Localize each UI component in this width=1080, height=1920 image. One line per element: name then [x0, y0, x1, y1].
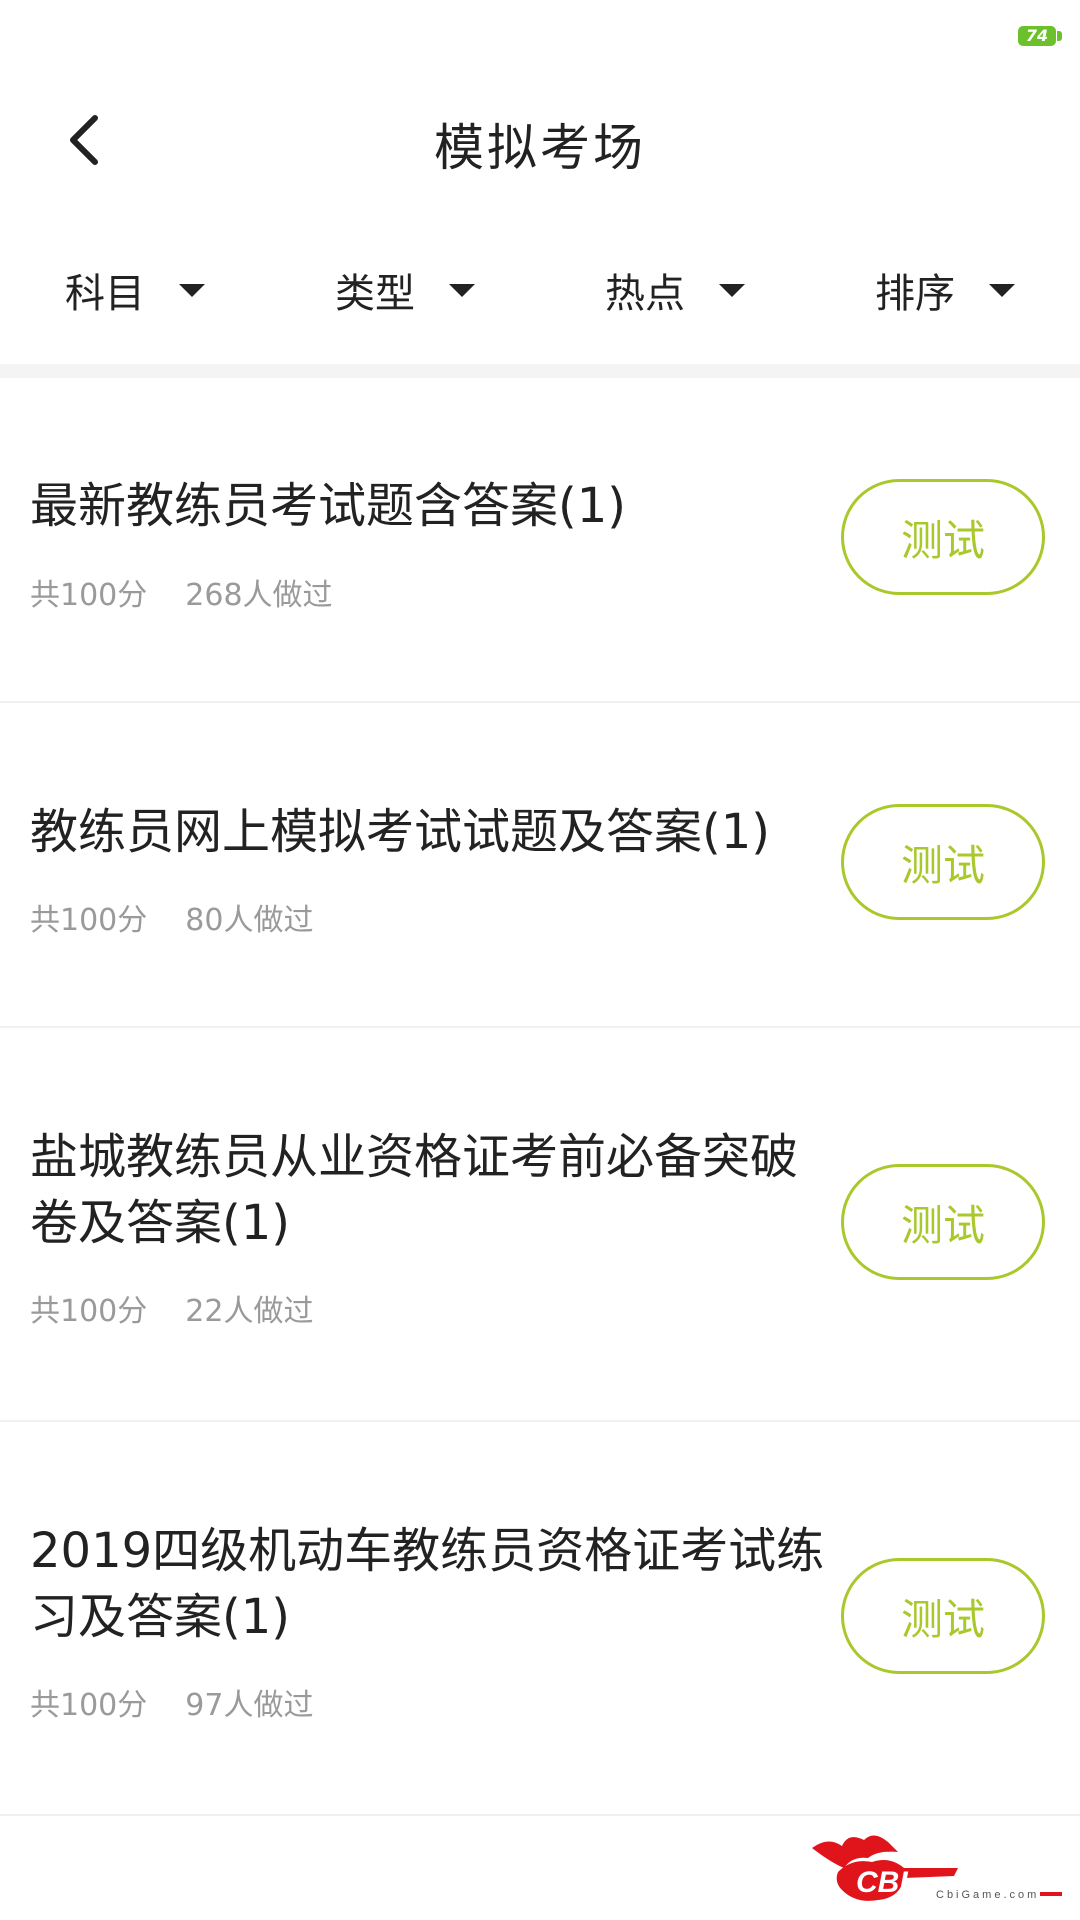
exam-score: 共100分 [30, 1294, 148, 1329]
filter-hot[interactable]: 热点 [540, 230, 810, 350]
status-bar: 74 [0, 0, 1080, 70]
filter-bar: 科目 类型 热点 排序 [0, 230, 1080, 350]
exam-list: 最新教练员考试题含答案(1) 共100分 268人做过 测试 教练员网上模拟考试试… [0, 378, 1080, 1816]
exam-meta: 共100分 268人做过 [30, 570, 333, 614]
filter-label: 类型 [335, 271, 415, 317]
exam-meta: 共100分 22人做过 [30, 1286, 313, 1330]
exam-count: 22人做过 [185, 1294, 314, 1329]
exam-meta: 共100分 97人做过 [30, 1680, 313, 1724]
exam-score: 共100分 [30, 578, 148, 613]
exam-count: 268人做过 [185, 578, 333, 613]
section-divider [0, 364, 1080, 378]
test-button[interactable]: 测试 [841, 1164, 1045, 1280]
caret-down-icon [179, 283, 205, 297]
test-button[interactable]: 测试 [841, 1558, 1045, 1674]
nav-header: 模拟考场 [0, 70, 1080, 210]
list-item[interactable]: 盐城教练员从业资格证考前必备突破卷及答案(1) 共100分 22人做过 测试 [0, 1028, 1080, 1422]
filter-label: 热点 [605, 271, 685, 317]
exam-score: 共100分 [30, 1688, 148, 1723]
test-button[interactable]: 测试 [841, 804, 1045, 920]
page-title: 模拟考场 [434, 119, 646, 177]
exam-score: 共100分 [30, 903, 148, 938]
filter-label: 科目 [65, 271, 145, 317]
exam-count: 97人做过 [185, 1688, 314, 1723]
exam-title: 教练员网上模拟考试试题及答案(1) [30, 804, 770, 860]
caret-down-icon [989, 283, 1015, 297]
exam-title: 盐城教练员从业资格证考前必备突破卷及答案(1) [30, 1129, 799, 1251]
exam-meta: 共100分 80人做过 [30, 895, 313, 939]
exam-count: 80人做过 [185, 903, 314, 938]
filter-type[interactable]: 类型 [270, 230, 540, 350]
list-item[interactable]: 2019四级机动车教练员资格证考试练习及答案(1) 共100分 97人做过 测试 [0, 1422, 1080, 1816]
watermark-site: CbiGame.com [936, 1889, 1039, 1901]
battery-icon: 74 [1018, 26, 1062, 46]
exam-title: 2019四级机动车教练员资格证考试练习及答案(1) [30, 1523, 825, 1645]
list-item[interactable]: 最新教练员考试题含答案(1) 共100分 268人做过 测试 [0, 378, 1080, 703]
caret-down-icon [719, 283, 745, 297]
filter-subject[interactable]: 科目 [0, 230, 270, 350]
watermark-brand: CBI [856, 1866, 908, 1899]
caret-down-icon [449, 283, 475, 297]
test-button[interactable]: 测试 [841, 479, 1045, 595]
watermark-logo: CBI CbiGame.com [808, 1828, 1068, 1908]
filter-label: 排序 [875, 271, 955, 317]
filter-sort[interactable]: 排序 [810, 230, 1080, 350]
list-item[interactable]: 教练员网上模拟考试试题及答案(1) 共100分 80人做过 测试 [0, 703, 1080, 1028]
exam-title: 最新教练员考试题含答案(1) [30, 478, 626, 534]
